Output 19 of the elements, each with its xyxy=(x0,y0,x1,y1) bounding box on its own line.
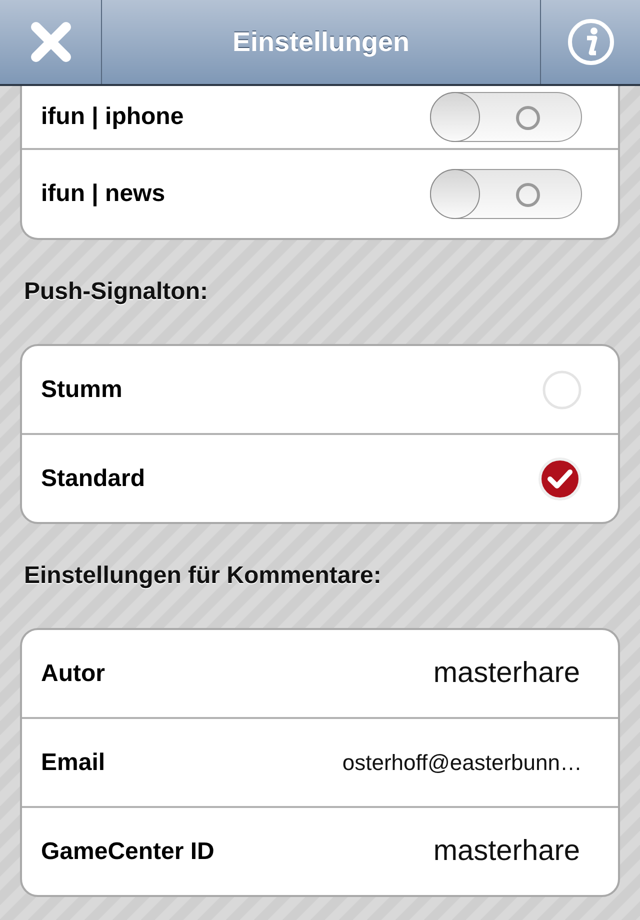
checkmark-icon[interactable] xyxy=(538,456,582,500)
section-header: Push-Signalton: xyxy=(23,277,209,307)
screen-title: Einstellungen xyxy=(232,26,410,58)
toggle-switch[interactable] xyxy=(430,92,582,142)
radio-circle[interactable] xyxy=(542,370,582,410)
section-header: Einstellungen für Kommentare: xyxy=(23,561,382,591)
field-value[interactable]: masterhare xyxy=(433,657,580,690)
close-icon xyxy=(30,21,72,63)
toggle-switch[interactable] xyxy=(430,169,582,219)
field-value[interactable]: osterhoff@easterbunn… xyxy=(342,750,582,776)
field-label: GameCenter ID xyxy=(41,838,214,866)
info-icon xyxy=(566,18,614,66)
option-label: Stumm xyxy=(41,376,122,404)
field-value[interactable]: masterhare xyxy=(433,835,580,868)
setting-label: ifun | news xyxy=(41,180,166,208)
field-label: Email xyxy=(41,748,106,776)
option-label: Standard xyxy=(41,464,146,492)
setting-label: ifun | iphone xyxy=(41,103,184,131)
field-label: Autor xyxy=(41,660,105,688)
